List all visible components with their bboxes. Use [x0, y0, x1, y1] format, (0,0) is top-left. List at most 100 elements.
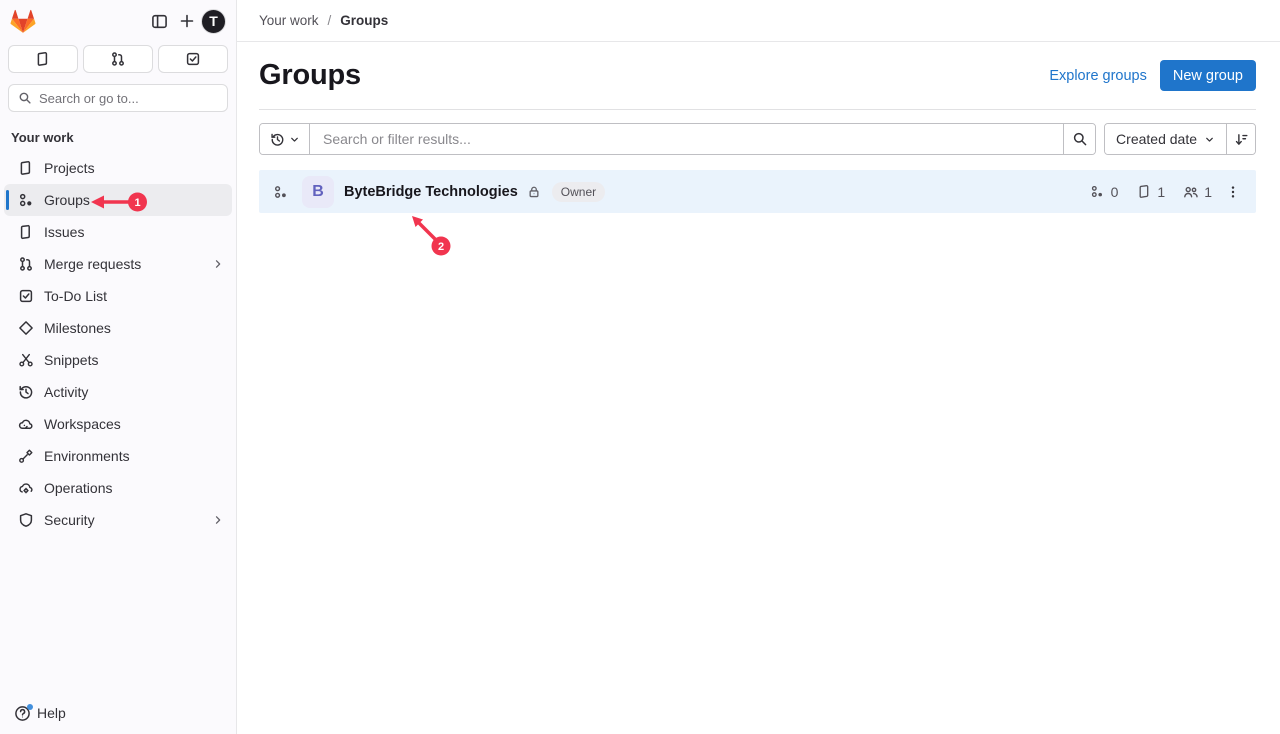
- user-avatar[interactable]: T: [201, 9, 226, 34]
- sidebar-item-snippets[interactable]: Snippets: [4, 344, 232, 376]
- sidebar: T: [0, 0, 237, 734]
- sidebar-item-issues[interactable]: Issues: [4, 216, 232, 248]
- chevron-down-icon: [1204, 134, 1215, 145]
- subgroups-icon: [1090, 184, 1106, 200]
- sidebar-item-operations[interactable]: Operations: [4, 472, 232, 504]
- active-indicator: [6, 190, 9, 210]
- milestone-icon: [18, 320, 34, 336]
- sidebar-item-environments[interactable]: Environments: [4, 440, 232, 472]
- sort-by-label: Created date: [1116, 131, 1197, 147]
- search-icon: [18, 91, 32, 105]
- sidebar-item-label: Milestones: [44, 320, 224, 336]
- projects-count: 1: [1157, 184, 1165, 200]
- kebab-menu-icon: [1226, 185, 1240, 199]
- sidebar-shortcuts: [0, 42, 236, 73]
- project-icon: [18, 160, 34, 176]
- main-area: Your work / Groups Groups Explore groups…: [237, 0, 1280, 734]
- group-actions-kebab-menu[interactable]: [1220, 179, 1246, 205]
- sidebar-item-workspaces[interactable]: Workspaces: [4, 408, 232, 440]
- search-icon: [1072, 131, 1088, 147]
- sort-by-dropdown[interactable]: Created date: [1105, 124, 1226, 154]
- issues-icon: [18, 224, 34, 240]
- sidebar-item-groups[interactable]: Groups: [4, 184, 232, 216]
- projects-stat: 1: [1136, 184, 1165, 200]
- sidebar-item-label: To-Do List: [44, 288, 224, 304]
- group-avatar[interactable]: B: [302, 176, 334, 208]
- sidebar-item-todo-list[interactable]: To-Do List: [4, 280, 232, 312]
- todo-icon: [18, 288, 34, 304]
- sidebar-item-label: Operations: [44, 480, 224, 496]
- sidebar-item-merge-requests[interactable]: Merge requests: [4, 248, 232, 280]
- breadcrumb-parent[interactable]: Your work: [259, 13, 319, 28]
- global-search-input[interactable]: [39, 91, 218, 106]
- gitlab-logo-icon[interactable]: [10, 9, 36, 34]
- recent-searches-dropdown[interactable]: [260, 124, 310, 154]
- environments-icon: [18, 448, 34, 464]
- group-row[interactable]: B ByteBridge Technologies Owner: [259, 170, 1256, 213]
- subgroups-stat: 0: [1090, 184, 1119, 200]
- page-title: Groups: [259, 59, 361, 92]
- sidebar-item-activity[interactable]: Activity: [4, 376, 232, 408]
- history-icon: [270, 132, 285, 147]
- merge-requests-shortcut-button[interactable]: [83, 45, 153, 73]
- help-icon: [14, 705, 31, 722]
- issues-shortcut-button[interactable]: [8, 45, 78, 73]
- chevron-right-icon: [212, 258, 224, 270]
- todo-shortcut-button[interactable]: [158, 45, 228, 73]
- groups-panel: Created date: [259, 109, 1256, 213]
- page-content: Groups Explore groups New group: [237, 42, 1280, 213]
- filter-search-input[interactable]: [310, 124, 1063, 154]
- chevron-down-icon: [289, 134, 300, 145]
- help-label: Help: [37, 705, 66, 721]
- role-badge: Owner: [552, 182, 605, 202]
- sidebar-item-label: Activity: [44, 384, 224, 400]
- help-notification-dot: [27, 704, 33, 710]
- sidebar-topbar: T: [0, 0, 236, 42]
- sidebar-item-label: Workspaces: [44, 416, 224, 432]
- group-stats: 0 1: [1090, 184, 1212, 200]
- global-search[interactable]: [8, 84, 228, 112]
- breadcrumb-separator: /: [328, 13, 332, 28]
- subgroups-count: 0: [1111, 184, 1119, 200]
- explore-groups-link[interactable]: Explore groups: [1049, 68, 1147, 84]
- app-window: T: [0, 0, 1280, 734]
- group-name-link[interactable]: ByteBridge Technologies: [344, 184, 518, 200]
- breadcrumb: Your work / Groups: [237, 0, 1280, 42]
- new-group-button[interactable]: New group: [1160, 60, 1256, 91]
- private-lock-icon: [527, 185, 541, 199]
- snippet-icon: [18, 352, 34, 368]
- sidebar-item-label: Environments: [44, 448, 224, 464]
- security-shield-icon: [18, 512, 34, 528]
- sidebar-section-label: Your work: [0, 112, 236, 152]
- chevron-right-icon: [212, 514, 224, 526]
- sidebar-item-projects[interactable]: Projects: [4, 152, 232, 184]
- sort-direction-button[interactable]: [1226, 124, 1255, 154]
- sidebar-item-label: Snippets: [44, 352, 224, 368]
- filter-search-button[interactable]: [1063, 124, 1095, 154]
- groups-icon: [18, 192, 34, 208]
- sidebar-item-label: Merge requests: [44, 256, 202, 272]
- workspaces-icon: [18, 416, 34, 432]
- filter-bar: [259, 123, 1096, 155]
- projects-count-icon: [1136, 184, 1152, 200]
- merge-request-icon: [18, 256, 34, 272]
- members-count: 1: [1204, 184, 1212, 200]
- help-button[interactable]: Help: [0, 692, 236, 734]
- subgroups-toggle-icon[interactable]: [273, 184, 289, 200]
- sidebar-item-label: Issues: [44, 224, 224, 240]
- sidebar-toggle-button[interactable]: [145, 7, 173, 35]
- activity-icon: [18, 384, 34, 400]
- members-icon: [1183, 184, 1199, 200]
- sidebar-nav: Projects Groups Issues: [0, 152, 236, 536]
- members-stat: 1: [1183, 184, 1212, 200]
- sidebar-item-security[interactable]: Security: [4, 504, 232, 536]
- sidebar-item-milestones[interactable]: Milestones: [4, 312, 232, 344]
- create-new-button[interactable]: [173, 7, 201, 35]
- sidebar-item-label: Groups: [44, 192, 224, 208]
- sort-control: Created date: [1104, 123, 1256, 155]
- sidebar-item-label: Projects: [44, 160, 224, 176]
- sidebar-item-label: Security: [44, 512, 202, 528]
- sort-descending-icon: [1234, 132, 1249, 147]
- breadcrumb-current: Groups: [340, 13, 388, 28]
- operations-icon: [18, 480, 34, 496]
